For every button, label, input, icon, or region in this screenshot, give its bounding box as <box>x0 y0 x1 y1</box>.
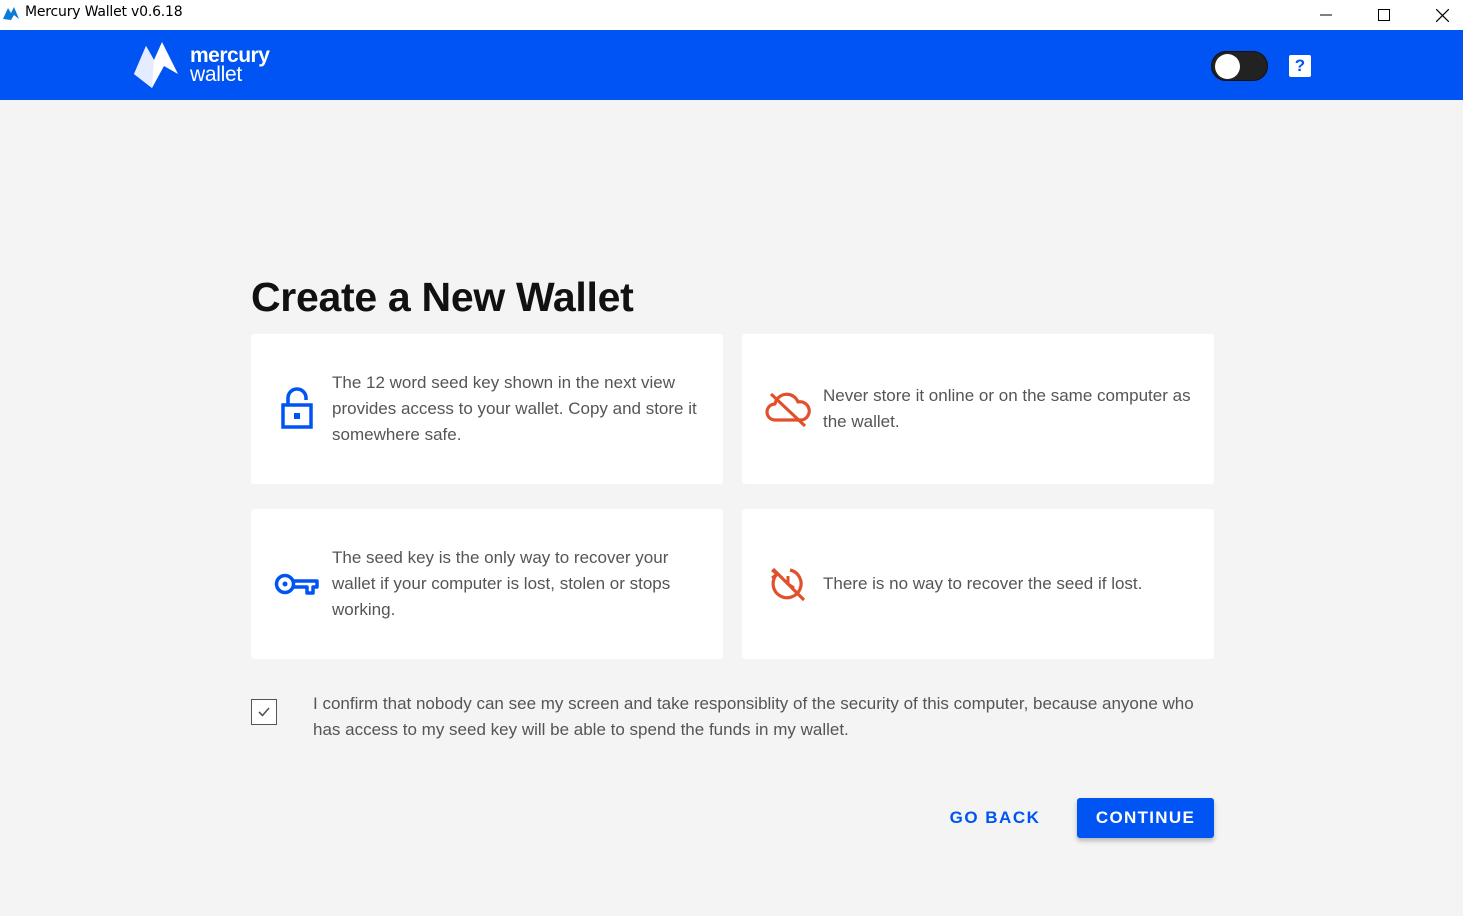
minimize-button[interactable] <box>1297 0 1355 30</box>
card-text: Never store it online or on the same com… <box>823 386 1191 431</box>
restore-off-icon <box>764 560 812 608</box>
close-icon <box>1435 8 1449 22</box>
app-header: mercury wallet ? <box>0 30 1463 100</box>
unlock-icon <box>273 385 321 433</box>
confirm-label: I confirm that nobody can see my screen … <box>313 694 1194 739</box>
go-back-button[interactable]: GO BACK <box>938 798 1052 838</box>
window-titlebar: Mercury Wallet v0.6.18 <box>0 0 1463 30</box>
window-title: Mercury Wallet v0.6.18 <box>25 4 183 20</box>
close-button[interactable] <box>1413 0 1463 30</box>
help-button[interactable]: ? <box>1289 55 1311 77</box>
cloud-off-icon <box>764 385 812 433</box>
continue-button[interactable]: CONTINUE <box>1077 798 1214 838</box>
maximize-icon <box>1378 9 1390 21</box>
info-card-offline: Never store it online or on the same com… <box>742 334 1214 484</box>
page-title: Create a New Wallet <box>251 274 634 320</box>
checkmark-icon <box>258 707 270 717</box>
logo-text-wallet: wallet <box>190 63 242 86</box>
card-text: The seed key is the only way to recover … <box>332 548 671 619</box>
info-card-seed-key: The 12 word seed key shown in the next v… <box>251 334 723 484</box>
key-icon <box>273 560 321 608</box>
toggle-knob <box>1215 54 1240 79</box>
card-text: The 12 word seed key shown in the next v… <box>332 373 697 444</box>
info-card-no-recovery: There is no way to recover the seed if l… <box>742 509 1214 659</box>
minimize-icon <box>1320 14 1332 16</box>
app-logo[interactable]: mercury wallet <box>132 40 270 90</box>
card-text: There is no way to recover the seed if l… <box>823 574 1143 593</box>
dark-mode-toggle[interactable] <box>1211 51 1268 81</box>
maximize-button[interactable] <box>1355 0 1413 30</box>
info-card-recovery: The seed key is the only way to recover … <box>251 509 723 659</box>
mercury-logo-icon <box>134 42 178 88</box>
mercury-logo-icon <box>3 7 19 20</box>
confirm-checkbox[interactable] <box>251 699 277 725</box>
